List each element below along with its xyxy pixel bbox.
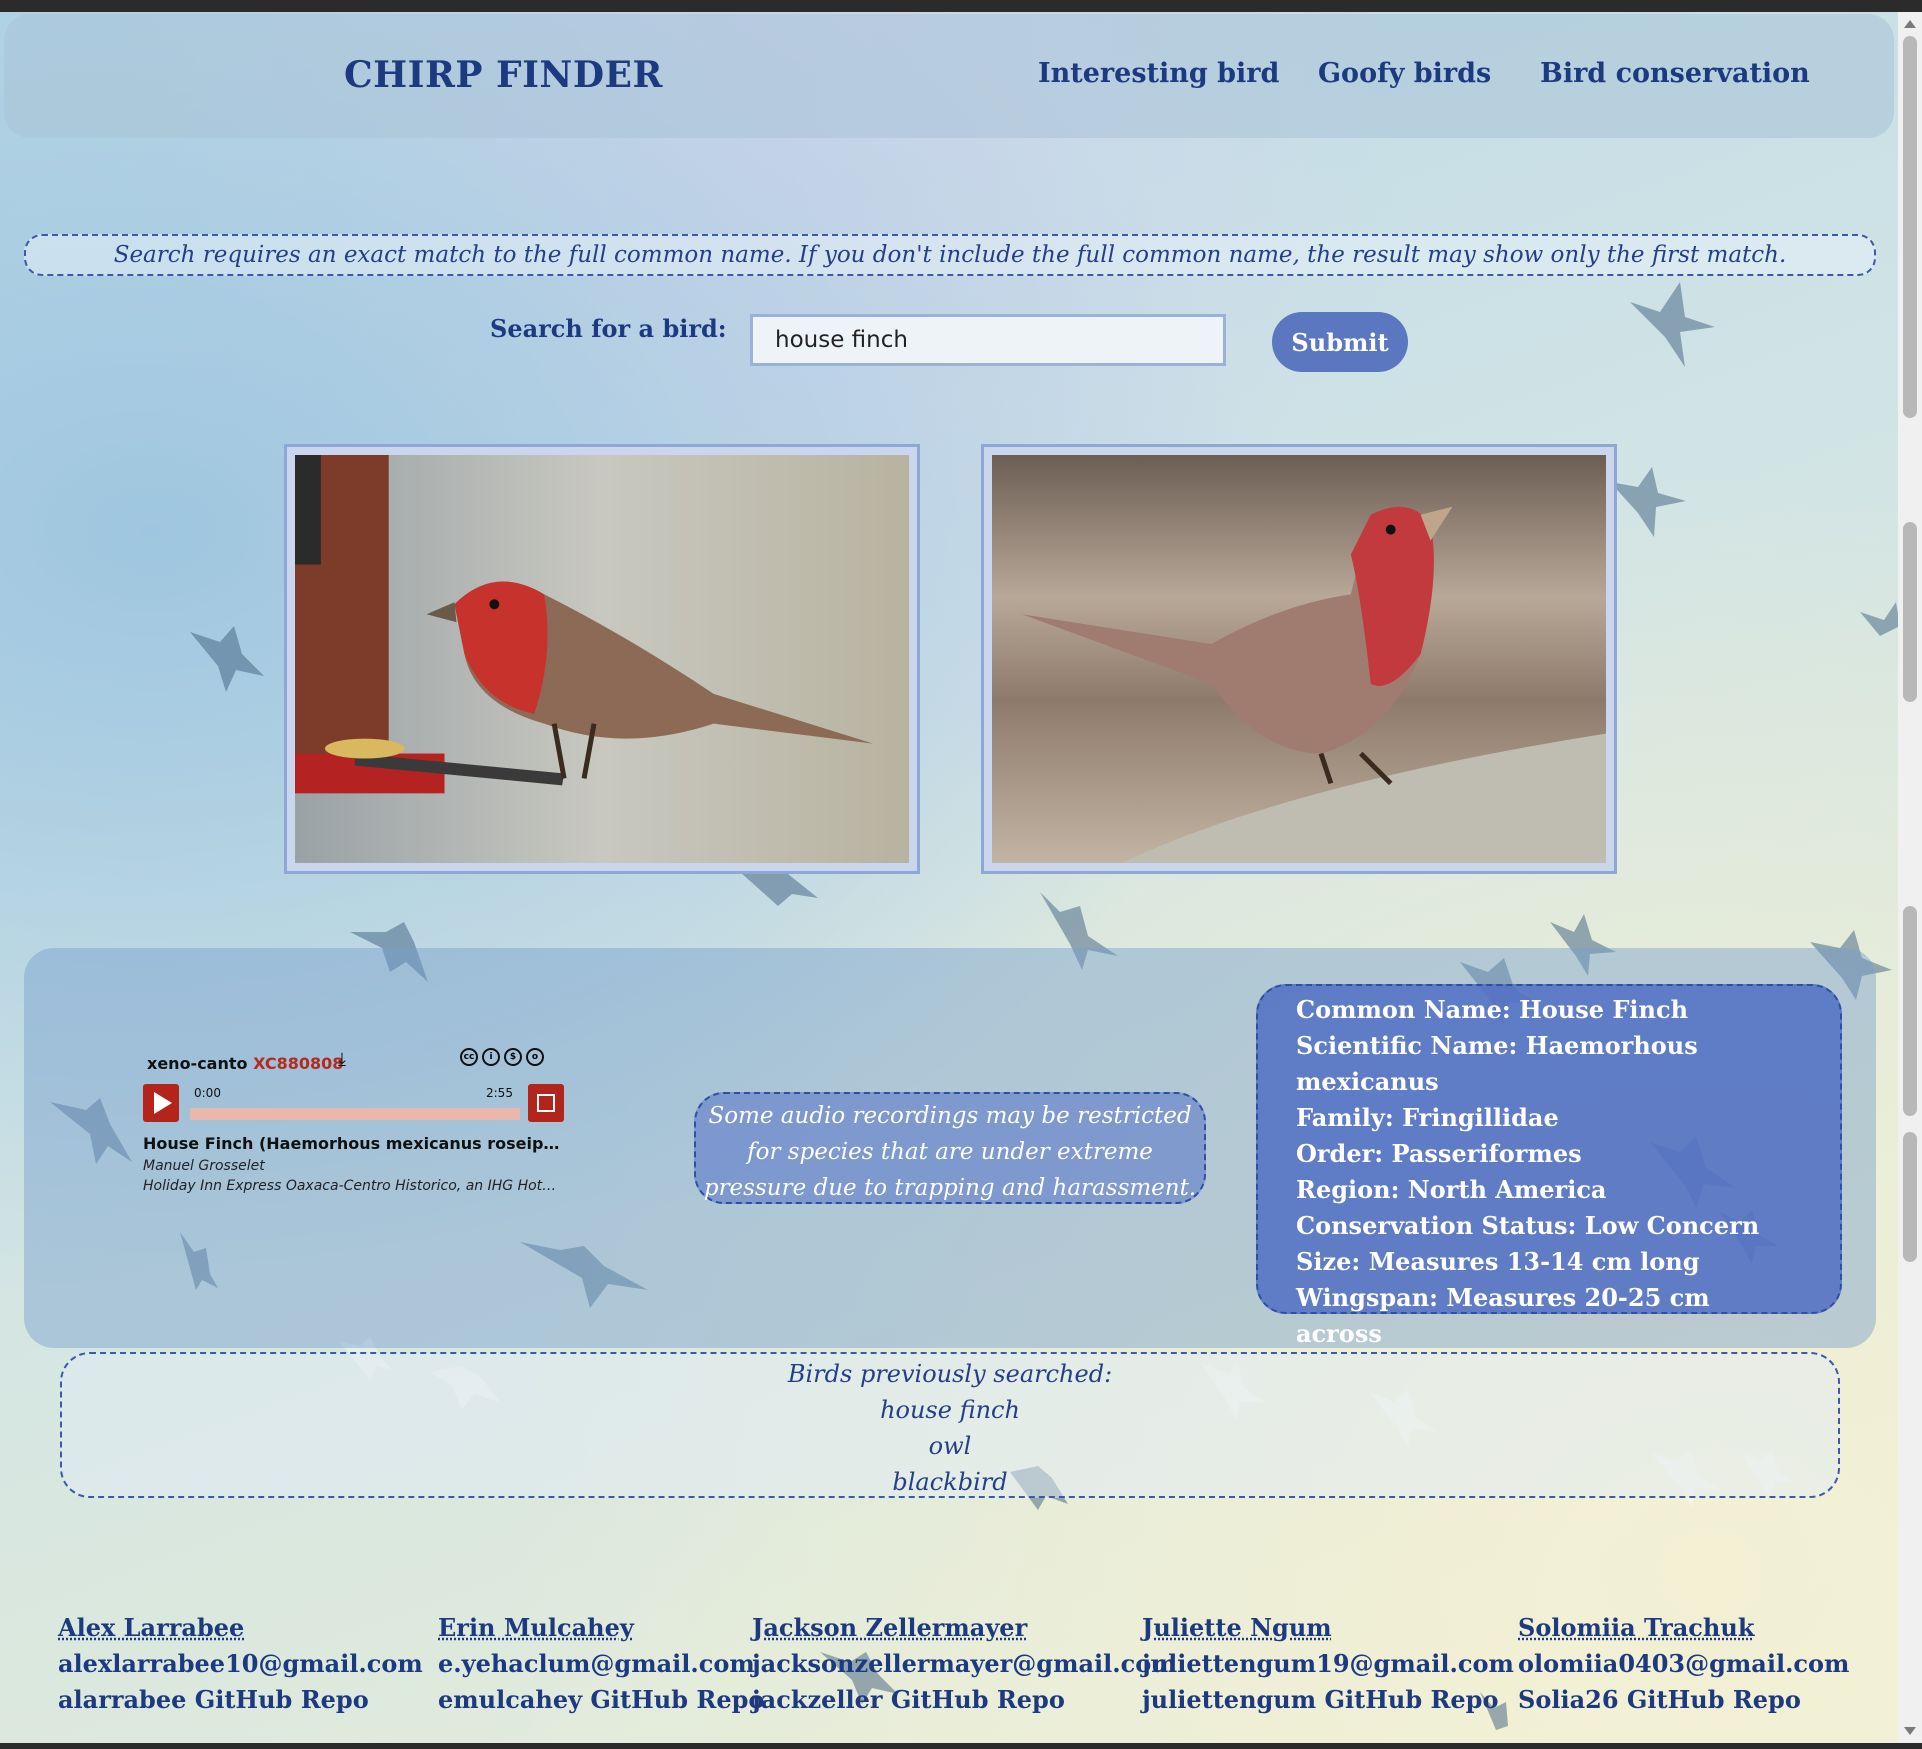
stop-button[interactable] <box>528 1084 564 1122</box>
time-current: 0:00 <box>194 1086 221 1100</box>
fact-scientific-name: Scientific Name: Haemorhous mexicanus <box>1296 1031 1698 1096</box>
team-member-name[interactable]: Solomiia Trachuk <box>1518 1610 1849 1646</box>
search-notice: Search requires an exact match to the fu… <box>24 234 1876 276</box>
xeno-canto-player: xeno-canto XC880808 ⤓ cc i $ o 0:00 2:55… <box>140 1042 580 1202</box>
team-member-repo[interactable]: juliettengum GitHub Repo <box>1142 1682 1514 1718</box>
recording-id-link[interactable]: XC880808 <box>253 1054 343 1073</box>
team-member-email[interactable]: olomiia0403@gmail.com <box>1518 1646 1849 1682</box>
audio-restriction-note: Some audio recordings may be restricted … <box>694 1092 1206 1204</box>
recording-author: Manuel Grosselet <box>143 1158 265 1174</box>
sa-icon: o <box>526 1048 544 1066</box>
team-member-email[interactable]: alexlarrabee10@gmail.com <box>58 1646 423 1682</box>
team-member-email[interactable]: jacksonzellermayer@gmail.com <box>752 1646 1177 1682</box>
scroll-up-arrow-icon[interactable] <box>1904 20 1916 28</box>
background-bird-icon <box>1610 467 1686 537</box>
fact-family: Family: Fringillidae <box>1296 1103 1559 1132</box>
fact-common-name: Common Name: House Finch <box>1296 995 1689 1024</box>
history-item[interactable]: blackbird <box>62 1464 1838 1500</box>
xeno-canto-label: xeno-canto <box>147 1054 248 1073</box>
scrollbar-thumb[interactable] <box>1903 36 1917 418</box>
history-item[interactable]: owl <box>62 1428 1838 1464</box>
scroll-down-arrow-icon[interactable] <box>1904 1727 1916 1735</box>
page-scrollbar[interactable] <box>1898 12 1922 1743</box>
by-icon: i <box>482 1048 500 1066</box>
recording-title[interactable]: House Finch (Haemorhous mexicanus roseip… <box>143 1134 563 1153</box>
team-member-repo[interactable]: jackzeller GitHub Repo <box>752 1682 1177 1718</box>
site-title[interactable]: CHIRP FINDER <box>344 54 663 96</box>
background-bird-icon <box>1630 282 1715 367</box>
submit-button[interactable]: Submit <box>1272 312 1408 372</box>
team-member-name[interactable]: Erin Mulcahey <box>438 1610 764 1646</box>
house-finch-feeder-image <box>295 455 909 863</box>
bird-photo-1 <box>284 444 920 874</box>
team-member: Alex Larrabee alexlarrabee10@gmail.com a… <box>58 1610 423 1718</box>
fact-region: Region: North America <box>1296 1175 1607 1204</box>
xeno-canto-brand[interactable]: xeno-canto XC880808 <box>147 1054 343 1073</box>
team-member-repo[interactable]: emulcahey GitHub Repo <box>438 1682 764 1718</box>
team-member: Solomiia Trachuk olomiia0403@gmail.com S… <box>1518 1610 1849 1718</box>
bird-photo-2 <box>981 444 1617 874</box>
history-item[interactable]: house finch <box>62 1392 1838 1428</box>
nav-link-goofy-birds[interactable]: Goofy birds <box>1318 58 1491 89</box>
team-member: Juliette Ngum juliettengum19@gmail.com j… <box>1142 1610 1514 1718</box>
team-member-repo[interactable]: alarrabee GitHub Repo <box>58 1682 423 1718</box>
search-history: Birds previously searched: house finch o… <box>60 1352 1840 1498</box>
team-member-repo[interactable]: Solia26 GitHub Repo <box>1518 1682 1849 1718</box>
time-total: 2:55 <box>486 1086 513 1100</box>
fact-wingspan: Wingspan: Measures 20-25 cm across <box>1296 1283 1710 1348</box>
play-button[interactable] <box>143 1084 179 1122</box>
download-icon[interactable]: ⤓ <box>338 1049 346 1070</box>
scrollbar-thumb-segment[interactable] <box>1903 1132 1917 1262</box>
site-header: CHIRP FINDER Interesting bird Goofy bird… <box>4 14 1894 138</box>
scrollbar-thumb-segment[interactable] <box>1903 522 1917 702</box>
page: CHIRP FINDER Interesting bird Goofy bird… <box>0 12 1898 1743</box>
team-member-name[interactable]: Alex Larrabee <box>58 1610 423 1646</box>
recording-location: Holiday Inn Express Oaxaca-Centro Histor… <box>143 1178 563 1194</box>
bird-facts-box: Common Name: House Finch Scientific Name… <box>1256 984 1842 1348</box>
search-label: Search for a bird: <box>490 314 727 343</box>
team-member: Erin Mulcahey e.yehaclum@gmail.com emulc… <box>438 1610 764 1718</box>
search-input[interactable] <box>750 314 1226 366</box>
nav-link-bird-conservation[interactable]: Bird conservation <box>1540 58 1810 89</box>
history-heading: Birds previously searched: <box>787 1360 1113 1388</box>
nc-icon: $ <box>504 1048 522 1066</box>
license-icons[interactable]: cc i $ o <box>460 1048 544 1066</box>
team-member-email[interactable]: juliettengum19@gmail.com <box>1142 1646 1514 1682</box>
fact-conservation-status: Conservation Status: Low Concern <box>1296 1211 1760 1240</box>
fact-order: Order: Passeriformes <box>1296 1139 1582 1168</box>
team-member-name[interactable]: Juliette Ngum <box>1142 1610 1514 1646</box>
scrollbar-thumb-segment[interactable] <box>1903 906 1917 1116</box>
progress-track[interactable] <box>190 1108 520 1120</box>
nav-link-interesting-bird[interactable]: Interesting bird <box>1038 58 1279 89</box>
cc-icon: cc <box>460 1048 478 1066</box>
house-finch-birdbath-image <box>992 455 1606 863</box>
team-member-name[interactable]: Jackson Zellermayer <box>752 1610 1177 1646</box>
background-bird-icon <box>190 626 264 692</box>
team-member-email[interactable]: e.yehaclum@gmail.com <box>438 1646 764 1682</box>
fact-size: Size: Measures 13-14 cm long <box>1296 1247 1700 1276</box>
background-bird-icon <box>1860 602 1898 636</box>
team-member: Jackson Zellermayer jacksonzellermayer@g… <box>752 1610 1177 1718</box>
